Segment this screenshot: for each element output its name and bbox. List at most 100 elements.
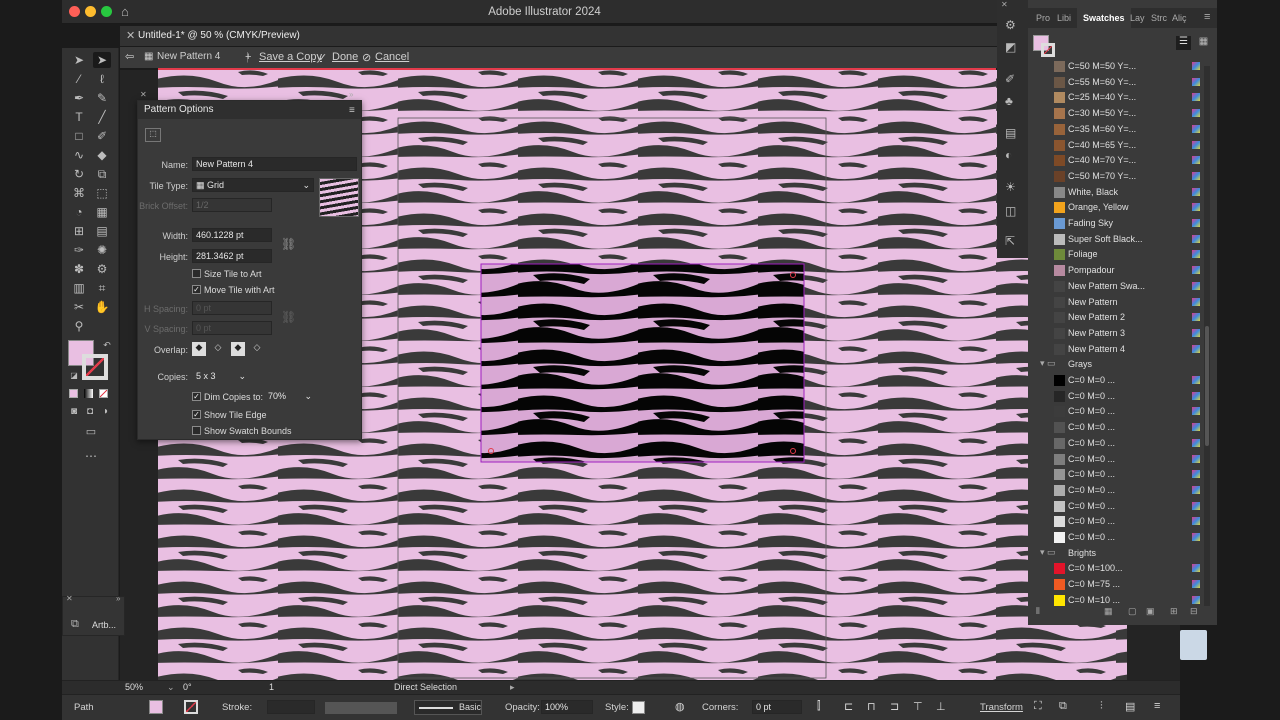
gradient-tool-icon[interactable]: ▤ [93,223,111,239]
height-input[interactable]: 281.3462 pt [192,249,272,263]
new-color-group-icon[interactable]: ▣ [1146,606,1155,617]
new-swatch-icon[interactable]: ⊞ [1170,606,1178,617]
rectangle-tool-icon[interactable]: □ [70,128,88,144]
control-menu-icon[interactable]: ≡ [1154,700,1160,712]
align-right-icon[interactable]: ⊐ [890,700,899,713]
swatch-options-icon[interactable]: ▢ [1128,606,1137,617]
swatch-row[interactable]: C=25 M=40 Y=... [1036,89,1202,105]
size-tile-to-art-checkbox[interactable] [192,269,201,278]
slice-tool-icon[interactable]: ✂ [70,299,88,315]
artboard-tool-icon[interactable]: ⌗ [93,280,111,296]
delete-swatch-icon[interactable]: ⊟ [1190,606,1198,617]
brushes-icon[interactable]: ✐ [1005,72,1015,86]
swatch-row[interactable]: C=0 M=0 ... [1036,482,1202,498]
transform-button[interactable]: Transform [980,702,1023,713]
corners-input[interactable]: 0 pt [752,700,802,714]
swatch-row[interactable]: Super Soft Black... [1036,231,1202,247]
align-middle-icon[interactable]: ⊥ [936,700,946,713]
swatch-row[interactable]: C=0 M=0 ... [1036,372,1202,388]
move-tile-with-art-checkbox[interactable]: ✓ [192,285,201,294]
zoom-level[interactable]: 50% [125,682,143,692]
swatch-row[interactable]: C=0 M=100... [1036,560,1202,576]
align-icon[interactable]: ⫿ [817,700,821,713]
swatch-row[interactable]: C=35 M=60 Y=... [1036,121,1202,137]
swatch-row[interactable]: C=0 M=0 ... [1036,435,1202,451]
export-icon[interactable]: ⇱ [1005,234,1015,248]
panel-menu-icon[interactable]: ≡ [1204,11,1210,23]
draw-inside-icon[interactable]: ◗ [97,404,115,420]
done-button[interactable]: Done [332,51,358,63]
swatch-stroke-indicator[interactable] [1041,43,1055,57]
stroke-swatch[interactable] [82,354,108,380]
line-tool-icon[interactable]: ╱ [93,109,111,125]
gradient-panel-icon[interactable]: ▤ [1005,126,1016,140]
color-mode-icon[interactable] [69,389,78,398]
distribute-icon[interactable]: ⫶ [1100,700,1103,713]
tab-layers[interactable]: Lay [1130,13,1145,23]
tab-stroke[interactable]: Strc [1151,13,1167,23]
name-input[interactable]: New Pattern 4 [192,157,357,171]
swatch-row[interactable]: Foliage [1036,246,1202,262]
swatch-row[interactable]: C=0 M=0 ... [1036,529,1202,545]
fill-color-swatch[interactable] [149,700,163,714]
artboards-mini-label[interactable]: Artb... [92,620,116,630]
curvature-tool-icon[interactable]: ✎ [93,90,111,106]
brick-offset-select[interactable]: 1/2 [192,198,272,212]
overlap-left-icon[interactable]: ◆ [192,342,206,356]
stroke-color-swatch[interactable] [184,700,198,714]
status-arrow-icon[interactable]: ▸ [510,682,515,693]
swatch-row[interactable]: C=0 M=0 ... [1036,403,1202,419]
close-dock-icon[interactable]: ✕ [1001,0,1008,9]
more-tools-icon[interactable]: ⋯ [82,448,100,464]
swatch-row[interactable]: C=40 M=65 Y=... [1036,137,1202,153]
tile-type-select[interactable]: ▦ Grid ⌄ [192,178,314,192]
close-tab-icon[interactable]: ✕ [126,29,135,42]
default-colors-icon[interactable]: ◪ [65,368,83,384]
swatch-row[interactable]: C=0 M=0 ... [1036,451,1202,467]
swatch-row[interactable]: C=0 M=0 ... [1036,513,1202,529]
tab-align[interactable]: Aliç [1172,13,1187,23]
save-a-copy-button[interactable]: Save a Copy [259,51,322,63]
pen-tool-icon[interactable]: ✒ [70,90,88,106]
tab-libraries[interactable]: Libi [1057,13,1071,23]
none-mode-icon[interactable] [99,389,108,398]
align-left-icon[interactable]: ⊏ [844,700,853,713]
blend-tool-icon[interactable]: ✺ [93,242,111,258]
scale-tool-icon[interactable]: ⧉ [93,166,111,182]
swatch-row[interactable]: New Pattern 4 [1036,341,1202,357]
appearance-icon[interactable]: ☀ [1005,180,1016,194]
align-top-icon[interactable]: ⊤ [913,700,923,713]
swatch-row[interactable]: C=50 M=50 Y=... [1036,58,1202,74]
back-arrow-icon[interactable]: ⇦ [125,50,134,63]
swatch-scrollbar[interactable] [1204,66,1210,606]
h-spacing-input[interactable]: 0 pt [192,301,272,315]
artboard-number[interactable]: 1 [269,682,274,692]
graph-tool-icon[interactable]: ▥ [70,280,88,296]
libraries-icon[interactable]: ◩ [1005,40,1016,54]
swatch-row[interactable]: C=0 M=0 ... [1036,419,1202,435]
swatch-row[interactable]: New Pattern [1036,294,1202,310]
copies-select[interactable]: 5 x 3 ⌄ [192,369,250,383]
scrollbar-thumb[interactable] [1205,326,1209,446]
dim-copies-checkbox[interactable]: ✓ [192,392,201,401]
swatch-row[interactable]: C=0 M=75 ... [1036,576,1202,592]
hand-tool-icon[interactable]: ✋ [93,299,111,315]
overlap-right-icon[interactable]: ◇ [211,342,225,356]
swatch-row[interactable]: C=0 M=0 ... [1036,466,1202,482]
symbol-sprayer-tool-icon[interactable]: ✽ [70,261,88,277]
swatch-row[interactable]: C=55 M=60 Y=... [1036,74,1202,90]
swatch-row[interactable]: Pompadour [1036,262,1202,278]
symbols-icon[interactable]: ♣ [1005,94,1013,108]
align-center-icon[interactable]: ⊓ [867,700,876,713]
collapse-icon[interactable]: » [116,594,120,603]
shaper-tool-icon[interactable]: ∿ [70,147,88,163]
swatch-libraries-icon[interactable]: ⫴ [1036,606,1040,617]
swatch-row[interactable]: New Pattern Swa... [1036,278,1202,294]
lasso-tool-icon[interactable]: ℓ [93,71,111,87]
close-mini-panel-icon[interactable]: ✕ [66,594,73,603]
mesh-tool-icon[interactable]: ⊞ [70,223,88,239]
grid-view-icon[interactable]: ▦ [1196,36,1211,50]
tab-properties[interactable]: Pro [1036,13,1050,23]
link-proportions-icon[interactable]: ⛓ [281,237,296,251]
layers-panel-icon[interactable]: ◫ [1005,204,1016,218]
